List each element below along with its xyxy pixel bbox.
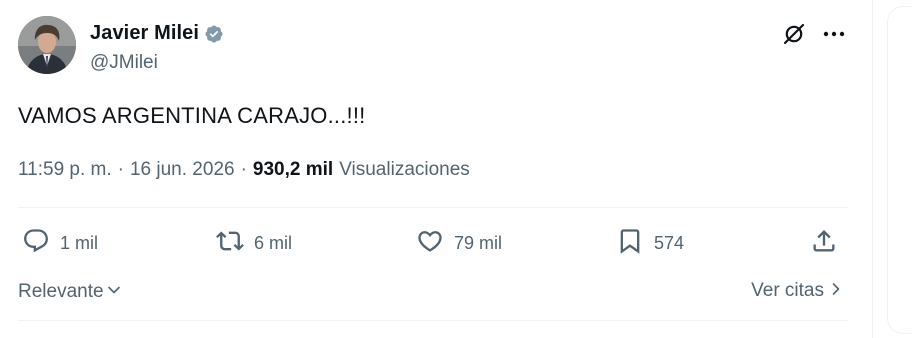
verified-badge-icon[interactable] [204, 24, 224, 44]
retweet-count: 6 mil [254, 232, 293, 253]
tweet-text: VAMOS ARGENTINA CARAJO...!!! [18, 103, 366, 128]
author-display-name[interactable]: Javier Milei [90, 22, 199, 45]
sort-replies-dropdown[interactable]: Relevante [18, 279, 122, 304]
grok-icon[interactable] [780, 20, 808, 48]
meta-separator: · [117, 159, 124, 180]
avatar[interactable] [18, 16, 76, 74]
tweet-time[interactable]: 11:59 p. m. [18, 159, 112, 181]
right-sidebar-edge [872, 0, 912, 338]
divider-bottom [18, 320, 848, 321]
tweet-metadata: 11:59 p. m. · 16 jun. 2026 · 930,2 mil V… [18, 159, 470, 181]
page: Javier Milei @JMilei VAMOS ARGENTINA CAR… [0, 0, 912, 338]
author-handle[interactable]: @JMilei [90, 52, 158, 74]
tweet-detail: Javier Milei @JMilei VAMOS ARGENTINA CAR… [18, 0, 848, 338]
like-button[interactable]: 79 mil [416, 225, 502, 261]
meta-separator: · [240, 159, 247, 180]
sidebar-card-edge [887, 6, 912, 334]
reply-button[interactable]: 1 mil [22, 225, 98, 261]
divider-top [18, 207, 848, 208]
views-label[interactable]: Visualizaciones [339, 159, 470, 181]
share-button[interactable] [810, 225, 838, 261]
tweet-date[interactable]: 16 jun. 2026 [130, 159, 235, 181]
reply-icon [22, 227, 50, 260]
tweet-actions-bar: 1 mil 6 mil 79 mil 574 [18, 225, 848, 261]
retweet-icon [216, 227, 244, 260]
tweet-header: Javier Milei @JMilei [18, 16, 848, 76]
replies-header: Relevante Ver citas [18, 279, 848, 305]
bookmark-count: 574 [654, 232, 685, 253]
views-count[interactable]: 930,2 mil [253, 159, 333, 181]
reply-count: 1 mil [60, 232, 99, 253]
bookmark-button[interactable]: 574 [616, 225, 684, 261]
more-options-icon[interactable] [818, 20, 850, 48]
sort-label: Relevante [18, 280, 104, 302]
like-count: 79 mil [454, 232, 503, 253]
bookmark-icon [616, 227, 644, 260]
chevron-right-icon [824, 279, 844, 303]
chevron-down-icon [104, 279, 122, 304]
share-icon [810, 227, 838, 260]
view-quotes-label: Ver citas [751, 280, 824, 301]
view-quotes-link[interactable]: Ver citas [751, 279, 844, 303]
author-name-row: Javier Milei [90, 22, 224, 45]
retweet-button[interactable]: 6 mil [216, 225, 292, 261]
heart-icon [416, 227, 444, 260]
